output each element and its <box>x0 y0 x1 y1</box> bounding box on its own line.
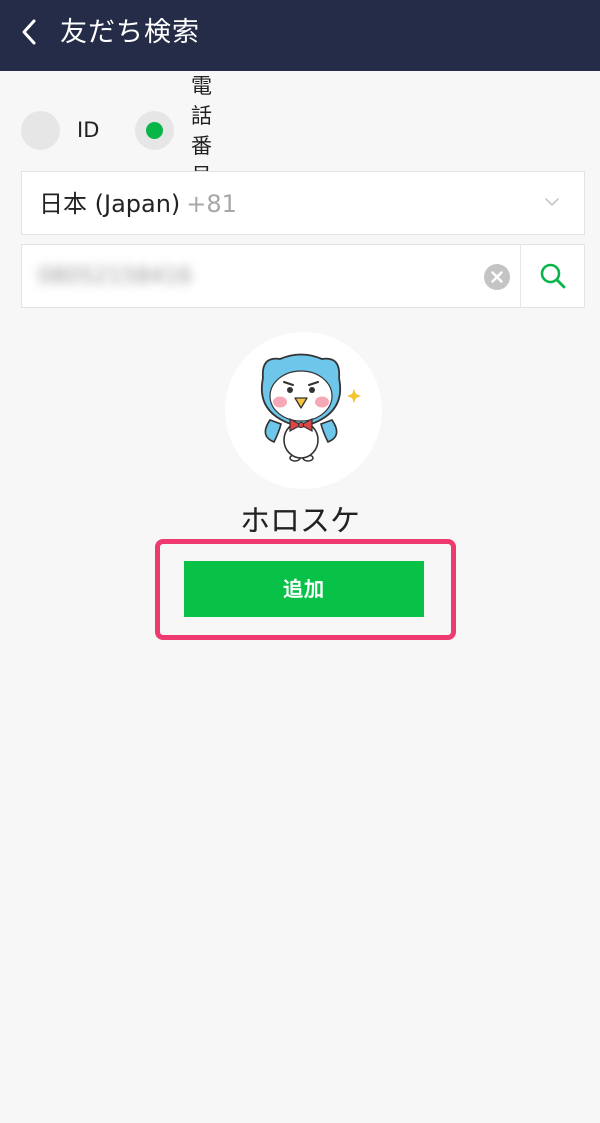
clear-icon <box>491 271 503 283</box>
chevron-down-icon <box>545 198 559 206</box>
radio-id[interactable]: ID <box>21 110 99 150</box>
page-title: 友だち検索 <box>60 17 200 48</box>
country-code: +81 <box>186 190 237 218</box>
field-divider <box>520 245 521 307</box>
phone-number-input[interactable]: 08052158416 <box>38 245 223 309</box>
phone-search-field: 08052158416 <box>21 244 585 308</box>
owl-mascot-avatar <box>260 353 361 462</box>
country-display: 日本 (Japan) +81 <box>39 172 237 236</box>
add-friend-button[interactable]: 追加 <box>184 561 424 617</box>
search-icon <box>540 263 566 289</box>
country-select[interactable]: 日本 (Japan) +81 <box>21 171 585 235</box>
profile-name: ホロスケ <box>240 504 360 539</box>
radio-label-id: ID <box>77 118 100 142</box>
chevron-left-icon <box>22 19 36 45</box>
app-header: 友だち検索 <box>0 0 600 71</box>
profile-avatar <box>225 332 382 489</box>
search-button[interactable] <box>522 245 584 307</box>
back-button[interactable] <box>10 10 50 54</box>
clear-button[interactable] <box>484 264 510 290</box>
radio-circle-phone[interactable] <box>135 110 174 150</box>
radio-circle-id[interactable] <box>21 110 60 150</box>
country-name: 日本 (Japan) <box>39 190 181 218</box>
radio-phone[interactable]: 電話番号 <box>135 74 212 188</box>
